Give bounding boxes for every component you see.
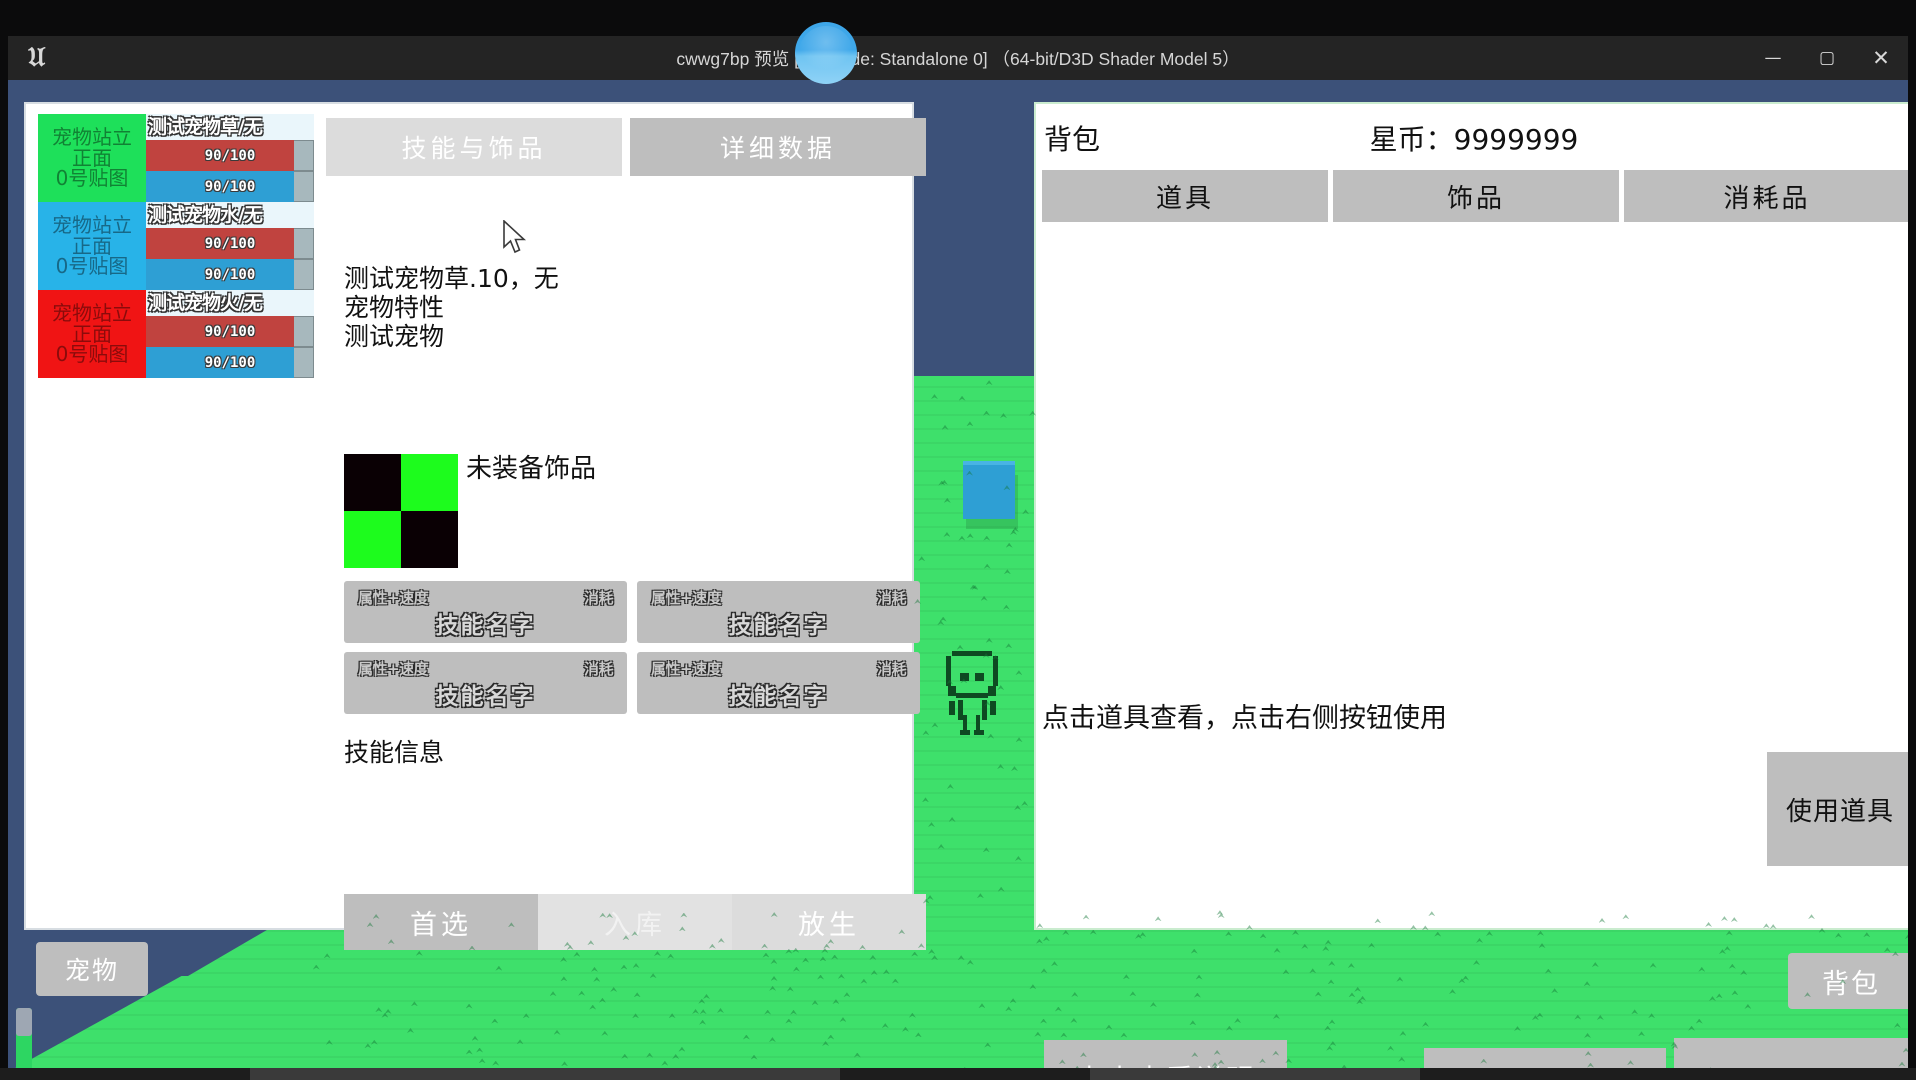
skill-attribute: 属性+速度 bbox=[651, 660, 722, 678]
skill-attribute: 属性+速度 bbox=[358, 660, 429, 678]
pet-xp-label: 90/100 bbox=[204, 266, 256, 283]
pet-hp-bar: 90/100 bbox=[146, 316, 314, 347]
skill-cost: 消耗 bbox=[876, 589, 907, 607]
pet-xp-bar: 90/100 bbox=[146, 259, 314, 290]
pet-list: 宠物站立 正面 0号贴图 测试宠物草/无 90/100 90/100 宠物站立 … bbox=[38, 114, 314, 378]
pet-xp-bar: 90/100 bbox=[146, 171, 314, 202]
pet-detail-text: 测试宠物草.10，无 宠物特性 测试宠物 bbox=[344, 264, 559, 351]
skill-name: 技能名字 bbox=[435, 613, 536, 639]
tab-items[interactable]: 道具 bbox=[1042, 170, 1328, 222]
goto-battle-scene-button[interactable]: 跳转到战斗场景 bbox=[1674, 1038, 1908, 1072]
skill-name: 技能名字 bbox=[435, 684, 536, 710]
pet-hp-label: 90/100 bbox=[204, 147, 256, 164]
grass-strip bbox=[912, 376, 1034, 906]
use-item-button[interactable]: 使用道具 bbox=[1767, 752, 1908, 866]
tab-accessories[interactable]: 饰品 bbox=[1333, 170, 1619, 222]
pet-hp-label: 90/100 bbox=[204, 323, 256, 340]
list-item[interactable]: 宠物站立 正面 0号贴图 测试宠物火/无 90/100 90/100 bbox=[38, 290, 314, 378]
skill-info-label: 技能信息 bbox=[344, 738, 445, 767]
pet-hp-bar: 90/100 bbox=[146, 140, 314, 171]
tab-detailed-data[interactable]: 详细数据 bbox=[630, 118, 926, 176]
star-coin-amount: 星币：9999999 bbox=[1369, 123, 1579, 156]
close-icon[interactable]: ✕ bbox=[1854, 36, 1908, 80]
list-item[interactable]: 宠物站立 正面 0号贴图 测试宠物草/无 90/100 90/100 bbox=[38, 114, 314, 202]
application-window: 𝔘 cwwg7bp 预览 [NetMode: Standalone 0] （64… bbox=[0, 0, 1916, 1080]
skill-cost: 消耗 bbox=[583, 589, 614, 607]
skill-grid: 属性+速度 消耗 技能名字 属性+速度 消耗 技能名字 属性+速度 消耗 技能名… bbox=[344, 581, 924, 714]
backpack-tabs: 道具 饰品 消耗品 bbox=[1042, 170, 1908, 222]
pet-thumb-line: 0号贴图 bbox=[55, 254, 129, 279]
backpack-panel: 背包 星币：9999999 道具 饰品 消耗品 点击道具查看，点击右侧按钮使用 … bbox=[1034, 102, 1908, 930]
taskbar-segment bbox=[1090, 1068, 1420, 1080]
window-title: cwwg7bp 预览 [NetMode: Standalone 0] （64-b… bbox=[676, 48, 1240, 69]
pet-hp-label: 90/100 bbox=[204, 235, 256, 252]
accessory-slot-row: 未装备饰品 bbox=[344, 454, 596, 568]
accessory-placeholder-icon[interactable] bbox=[344, 454, 458, 568]
skill-name: 技能名字 bbox=[728, 684, 829, 710]
pet-thumb-line: 宠物站立 bbox=[52, 213, 132, 238]
hud-backpack-button[interactable]: 背包 bbox=[1788, 953, 1908, 1009]
pet-name: 测试宠物火/无 bbox=[148, 292, 263, 314]
list-item[interactable]: 宠物站立 正面 0号贴图 测试宠物水/无 90/100 90/100 bbox=[38, 202, 314, 290]
hud-pet-button[interactable]: 宠物 bbox=[36, 942, 148, 996]
pet-thumbnail: 宠物站立 正面 0号贴图 bbox=[38, 114, 146, 202]
slider-knob[interactable] bbox=[16, 1008, 32, 1036]
pet-thumb-line: 宠物站立 bbox=[52, 301, 132, 326]
pet-xp-label: 90/100 bbox=[204, 178, 256, 195]
pet-thumb-line: 0号贴图 bbox=[55, 342, 129, 367]
pet-xp-label: 90/100 bbox=[204, 354, 256, 371]
maximize-icon[interactable]: ▢ bbox=[1800, 36, 1854, 80]
skill-name: 技能名字 bbox=[728, 613, 829, 639]
pet-thumb-line: 正面 bbox=[72, 233, 112, 258]
skill-card[interactable]: 属性+速度 消耗 技能名字 bbox=[344, 581, 627, 643]
pet-thumb-line: 正面 bbox=[72, 321, 112, 346]
left-vertical-slider[interactable] bbox=[16, 1008, 32, 1072]
tab-skills-and-accessories[interactable]: 技能与饰品 bbox=[326, 118, 622, 176]
skill-card[interactable]: 属性+速度 消耗 技能名字 bbox=[637, 652, 920, 714]
skill-attribute: 属性+速度 bbox=[651, 589, 722, 607]
skill-cost: 消耗 bbox=[876, 660, 907, 678]
title-bar: 𝔘 cwwg7bp 预览 [NetMode: Standalone 0] （64… bbox=[8, 36, 1908, 80]
pet-xp-bar: 90/100 bbox=[146, 347, 314, 378]
pet-thumb-line: 0号贴图 bbox=[55, 166, 129, 191]
pet-action-bar: 首选 入库 放生 bbox=[344, 894, 926, 950]
pet-thumb-line: 宠物站立 bbox=[52, 125, 132, 150]
store-pet-button: 入库 bbox=[538, 894, 732, 950]
game-viewport[interactable]: 宠物站立 正面 0号贴图 测试宠物草/无 90/100 90/100 宠物站立 … bbox=[8, 80, 1908, 1072]
skill-attribute: 属性+速度 bbox=[358, 589, 429, 607]
pet-panel-tabs: 技能与饰品 详细数据 bbox=[326, 118, 926, 176]
window-controls: — ▢ ✕ bbox=[1746, 36, 1908, 80]
pet-info: 测试宠物火/无 90/100 90/100 bbox=[146, 290, 314, 378]
skill-cost: 消耗 bbox=[583, 660, 614, 678]
pet-hp-bar: 90/100 bbox=[146, 228, 314, 259]
accessory-status-label: 未装备饰品 bbox=[466, 454, 597, 484]
skill-card[interactable]: 属性+速度 消耗 技能名字 bbox=[344, 652, 627, 714]
pet-thumb-line: 正面 bbox=[72, 145, 112, 170]
minimize-icon[interactable]: — bbox=[1746, 36, 1800, 80]
player-character bbox=[938, 645, 1018, 735]
skill-card[interactable]: 属性+速度 消耗 技能名字 bbox=[637, 581, 920, 643]
loading-orb-icon bbox=[795, 22, 857, 84]
pet-name: 测试宠物草/无 bbox=[148, 116, 263, 138]
pet-thumbnail: 宠物站立 正面 0号贴图 bbox=[38, 202, 146, 290]
set-primary-button[interactable]: 首选 bbox=[344, 894, 538, 950]
pet-info: 测试宠物草/无 90/100 90/100 bbox=[146, 114, 314, 202]
taskbar-segment bbox=[250, 1068, 840, 1080]
pet-panel: 宠物站立 正面 0号贴图 测试宠物草/无 90/100 90/100 宠物站立 … bbox=[24, 102, 926, 950]
tab-consumables[interactable]: 消耗品 bbox=[1624, 170, 1908, 222]
pet-thumbnail: 宠物站立 正面 0号贴图 bbox=[38, 290, 146, 378]
pet-info: 测试宠物水/无 90/100 90/100 bbox=[146, 202, 314, 290]
pet-name: 测试宠物水/无 bbox=[148, 204, 263, 226]
backpack-hint-text: 点击道具查看，点击右侧按钮使用 bbox=[1042, 703, 1447, 734]
unreal-engine-logo-icon: 𝔘 bbox=[27, 42, 45, 73]
taskbar bbox=[0, 1068, 1916, 1080]
